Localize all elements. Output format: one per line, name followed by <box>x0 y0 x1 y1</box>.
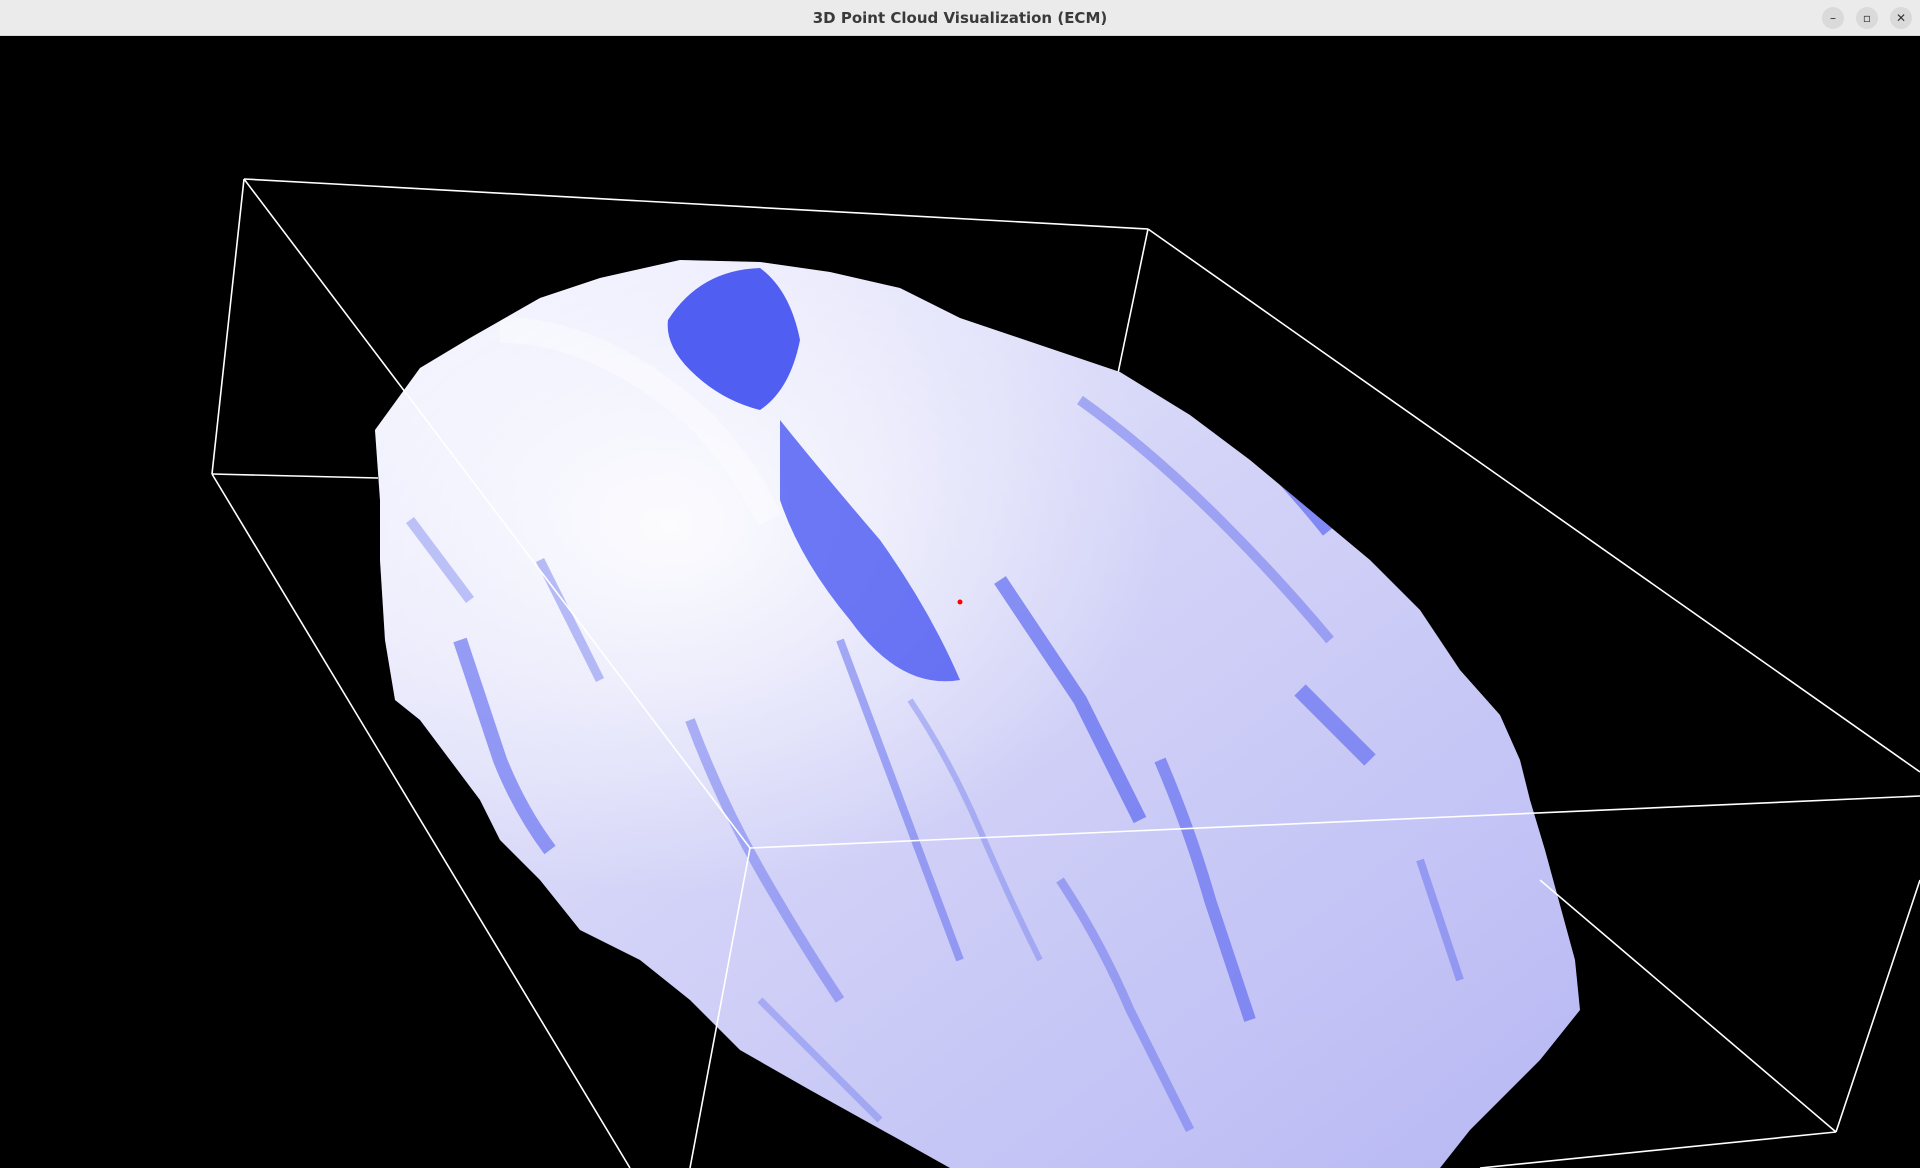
center-marker <box>957 599 963 605</box>
box-edge <box>211 473 379 479</box>
box-edge <box>1539 879 1837 1133</box>
box-edge <box>1835 879 1920 1133</box>
point-cloud-surface <box>375 260 1580 1168</box>
box-edge <box>211 178 245 475</box>
close-button[interactable]: ✕ <box>1890 7 1912 29</box>
3d-viewport[interactable] <box>0 36 1920 1168</box>
window-title: 3D Point Cloud Visualization (ECM) <box>812 9 1108 27</box>
app-window: 3D Point Cloud Visualization (ECM) – ▫ ✕ <box>0 0 1920 1168</box>
point-cloud-scene[interactable] <box>0 36 1920 1168</box>
close-icon: ✕ <box>1895 11 1907 25</box>
maximize-icon: ▫ <box>1862 11 1872 25</box>
minimize-button[interactable]: – <box>1822 7 1844 29</box>
box-edge <box>1479 1131 1837 1168</box>
minimize-icon: – <box>1830 11 1836 25</box>
box-edge <box>1116 228 1149 379</box>
maximize-button[interactable]: ▫ <box>1856 7 1878 29</box>
box-edge <box>243 178 1149 230</box>
title-bar[interactable]: 3D Point Cloud Visualization (ECM) – ▫ ✕ <box>0 0 1920 36</box>
